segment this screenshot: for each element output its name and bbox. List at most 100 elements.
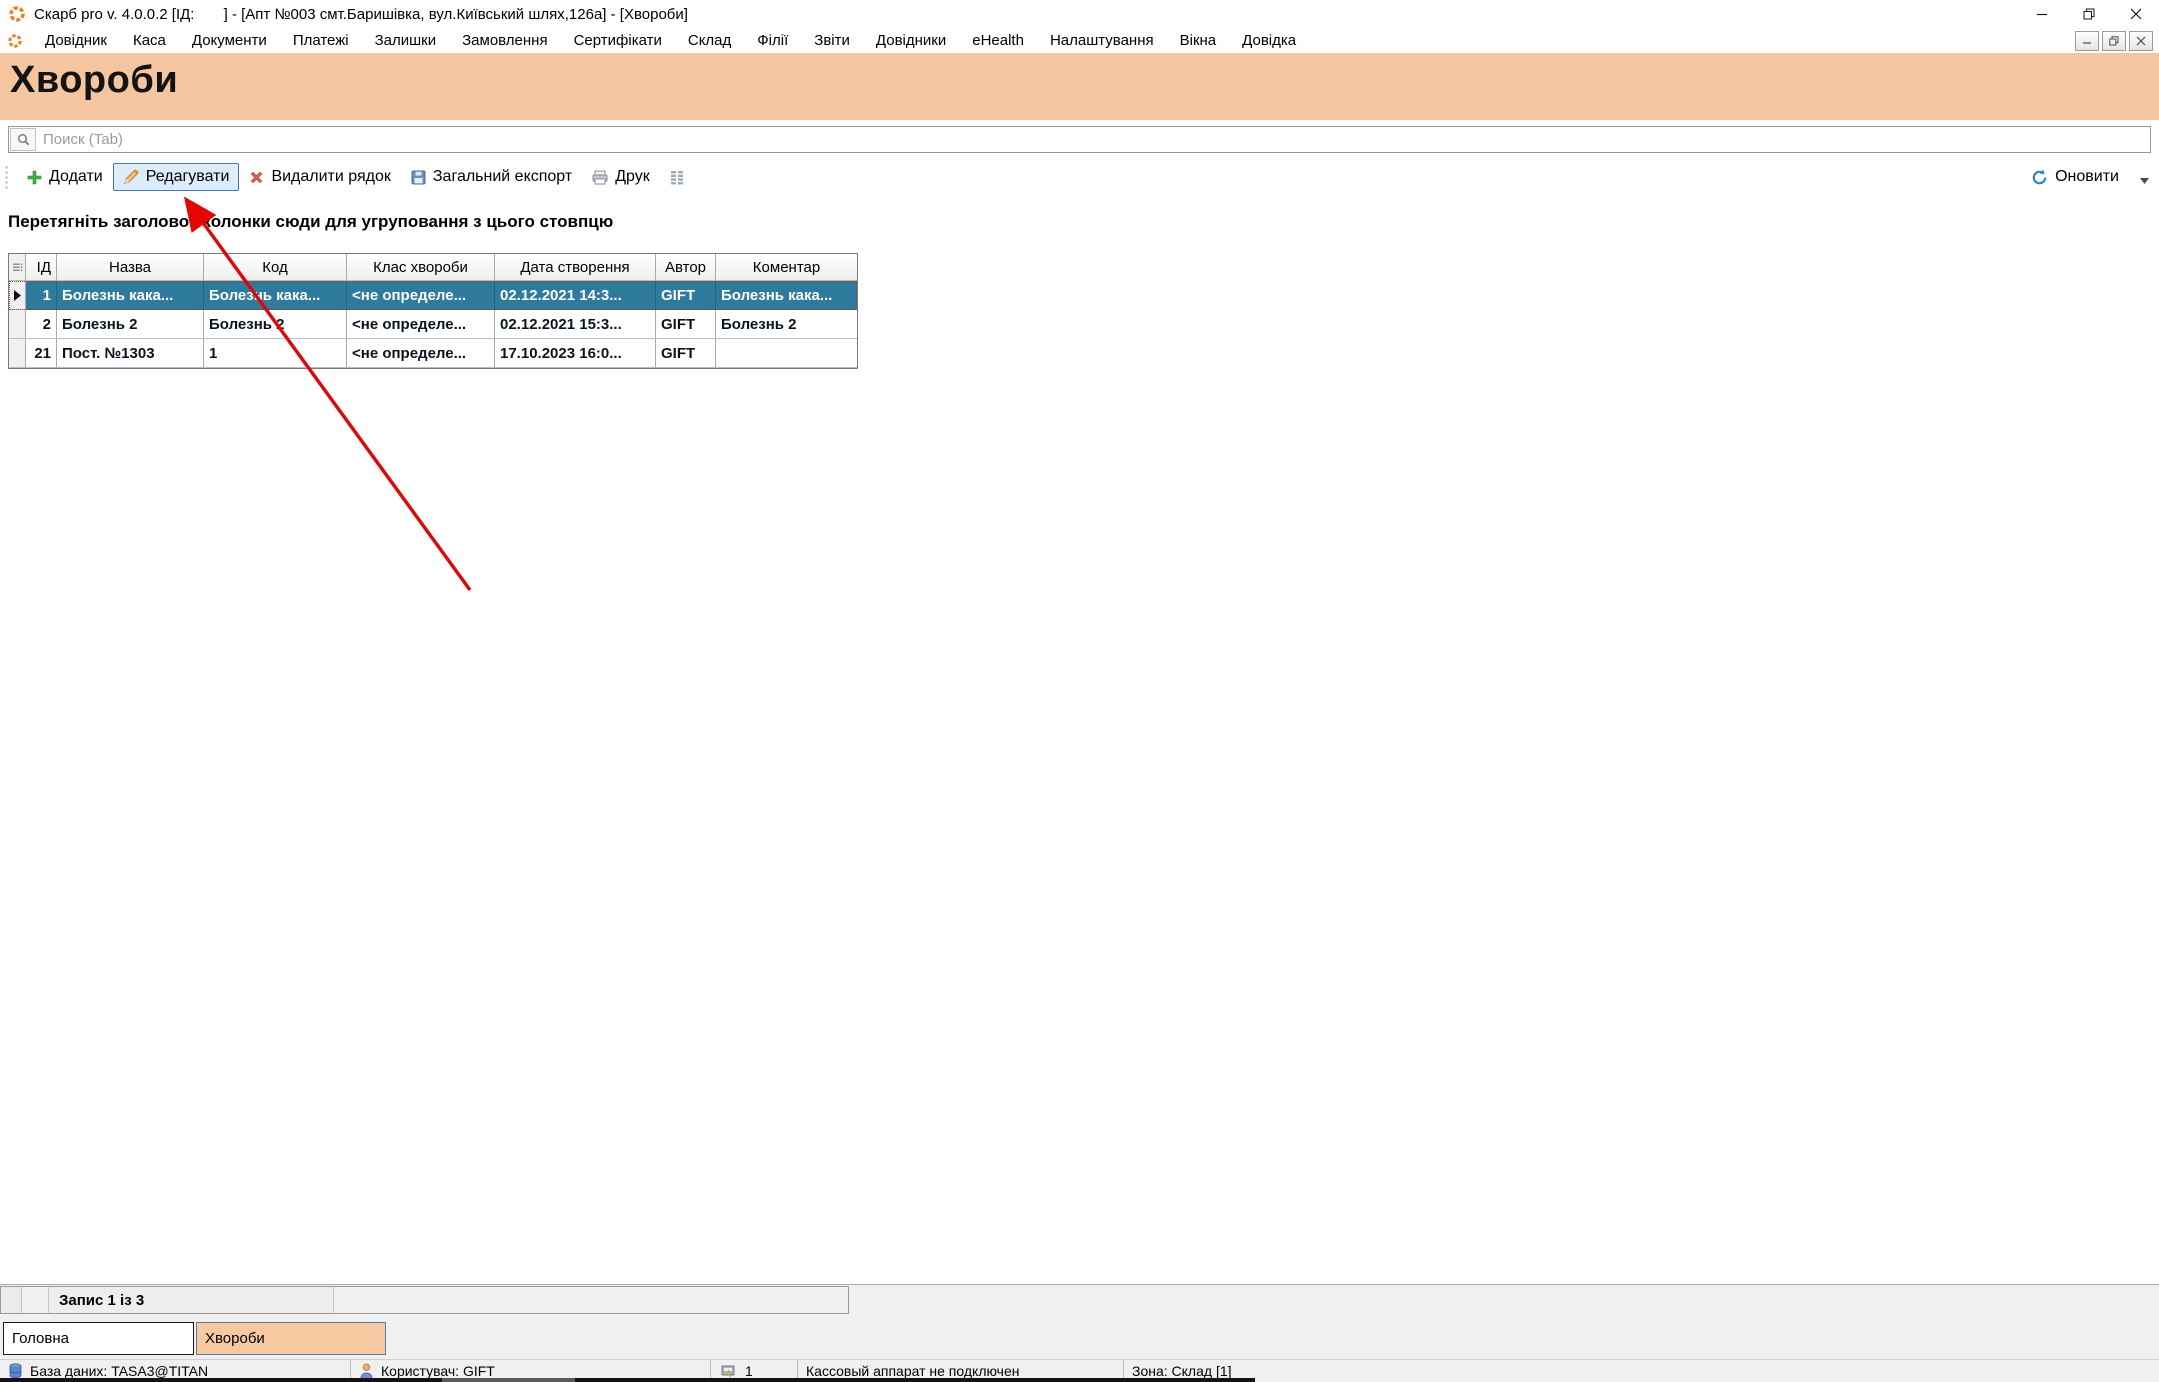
cell-class[interactable]: <не определе...	[347, 281, 495, 310]
statusbar-cash-count: 1	[745, 1363, 753, 1379]
mdi-close-button[interactable]	[2129, 31, 2153, 51]
search-box	[8, 126, 2151, 153]
menu-bar: Довідник Каса Документи Платежі Залишки …	[0, 28, 2159, 53]
add-icon	[27, 170, 42, 185]
menu-ehealth[interactable]: eHealth	[959, 32, 1037, 49]
menu-sklad[interactable]: Склад	[675, 32, 744, 49]
menu-zvity[interactable]: Звіти	[801, 32, 863, 49]
grid-grip-icon[interactable]	[9, 254, 26, 281]
menu-sertyfikaty[interactable]: Сертифікати	[561, 32, 675, 49]
column-header-code[interactable]: Код	[204, 254, 347, 281]
mdi-restore-button[interactable]	[2102, 31, 2126, 51]
cell-author[interactable]: GIFT	[656, 339, 716, 368]
print-icon	[592, 170, 608, 185]
menu-kasa[interactable]: Каса	[120, 32, 179, 49]
column-header-id[interactable]: ІД	[26, 254, 57, 281]
column-header-author[interactable]: Автор	[656, 254, 716, 281]
tab-diseases[interactable]: Хвороби	[196, 1322, 386, 1355]
search-input[interactable]	[37, 127, 2150, 152]
menu-dovidnyk[interactable]: Довідник	[32, 32, 120, 49]
menu-vikna[interactable]: Вікна	[1167, 32, 1230, 49]
mdi-minimize-icon	[2082, 36, 2092, 46]
delete-row-button[interactable]: Видалити рядок	[239, 163, 400, 191]
search-icon	[17, 133, 30, 146]
column-header-name[interactable]: Назва	[57, 254, 204, 281]
statusbar-zone: Зона: Склад [1]	[1132, 1363, 1232, 1379]
mdi-close-icon	[2136, 36, 2146, 46]
cell-created[interactable]: 02.12.2021 15:3...	[495, 310, 656, 339]
export-button[interactable]: Загальний експорт	[401, 163, 582, 191]
column-header-comment[interactable]: Коментар	[716, 254, 857, 281]
export-icon	[411, 170, 426, 185]
cell-class[interactable]: <не определе...	[347, 310, 495, 339]
cell-name[interactable]: Пост. №1303	[57, 339, 204, 368]
app-icon-small	[8, 34, 22, 48]
page-header: Хвороби	[0, 53, 2159, 120]
menu-dokumenty[interactable]: Документи	[179, 32, 280, 49]
mdi-restore-icon	[2109, 36, 2119, 46]
edit-icon	[123, 169, 139, 185]
add-button[interactable]: Додати	[17, 163, 113, 191]
cell-author[interactable]: GIFT	[656, 310, 716, 339]
diseases-table: ІД Назва Код Клас хвороби Дата створення…	[8, 253, 858, 369]
menu-dovidka[interactable]: Довідка	[1229, 32, 1309, 49]
user-icon	[360, 1363, 373, 1379]
cashier-icon	[720, 1364, 737, 1379]
row-gutter	[9, 339, 26, 368]
taskbar-strip-segment	[442, 1378, 575, 1382]
cell-id[interactable]: 21	[26, 339, 57, 368]
menu-filii[interactable]: Філії	[744, 32, 801, 49]
export-label: Загальний експорт	[433, 168, 572, 186]
table-header-row: ІД Назва Код Клас хвороби Дата створення…	[9, 254, 857, 281]
cell-id[interactable]: 1	[26, 281, 57, 310]
column-header-created[interactable]: Дата створення	[495, 254, 656, 281]
toolbar-grip[interactable]	[4, 165, 9, 189]
refresh-button[interactable]: Оновити	[2021, 163, 2129, 191]
cell-name[interactable]: Болезнь 2	[57, 310, 204, 339]
statusbar-user: Користувач: GIFT	[381, 1363, 495, 1379]
table-row[interactable]: 2 Болезнь 2 Болезнь 2 <не определе... 02…	[9, 310, 857, 339]
cell-comment[interactable]	[716, 339, 857, 368]
table-row[interactable]: 1 Болезнь кака... Болезнь кака... <не оп…	[9, 281, 857, 310]
column-header-class[interactable]: Клас хвороби	[347, 254, 495, 281]
menu-zamovlennia[interactable]: Замовлення	[449, 32, 560, 49]
add-label: Додати	[49, 168, 103, 186]
menu-nalashtuvannia[interactable]: Налаштування	[1037, 32, 1167, 49]
cell-code[interactable]: 1	[204, 339, 347, 368]
app-window: Скарб pro v. 4.0.0.2 [ІД: ] - [Апт №003 …	[0, 0, 2159, 1382]
cell-code[interactable]: Болезнь 2	[204, 310, 347, 339]
group-by-hint: Перетягніть заголовок колонки сюди для у…	[8, 212, 613, 232]
minimize-button[interactable]	[2018, 0, 2065, 28]
close-button[interactable]	[2112, 0, 2159, 28]
cell-name[interactable]: Болезнь кака...	[57, 281, 204, 310]
restore-button[interactable]	[2065, 0, 2112, 28]
menu-platezhi[interactable]: Платежі	[280, 32, 362, 49]
menu-dovidnyky[interactable]: Довідники	[863, 32, 959, 49]
record-navigator: Запис 1 із 3	[0, 1286, 849, 1314]
cell-author[interactable]: GIFT	[656, 281, 716, 310]
column-chooser-button[interactable]	[660, 165, 694, 190]
cell-id[interactable]: 2	[26, 310, 57, 339]
cell-created[interactable]: 17.10.2023 16:0...	[495, 339, 656, 368]
delete-label: Видалити рядок	[271, 168, 390, 186]
edit-button[interactable]: Редагувати	[113, 163, 240, 191]
app-icon	[9, 6, 25, 22]
statusbar-cash-status: Кассовый аппарат не подключен	[806, 1363, 1020, 1379]
record-count: Запис 1 із 3	[48, 1287, 334, 1313]
cell-code[interactable]: Болезнь кака...	[204, 281, 347, 310]
cell-class[interactable]: <не определе...	[347, 339, 495, 368]
table-row[interactable]: 21 Пост. №1303 1 <не определе... 17.10.2…	[9, 339, 857, 368]
mdi-minimize-button[interactable]	[2075, 31, 2099, 51]
annotation-arrow	[0, 0, 2159, 1382]
menu-zalyshky[interactable]: Залишки	[362, 32, 450, 49]
record-navigator-gutter	[1, 1287, 22, 1313]
print-button[interactable]: Друк	[582, 163, 660, 191]
cell-comment[interactable]: Болезнь кака...	[716, 281, 857, 310]
cell-comment[interactable]: Болезнь 2	[716, 310, 857, 339]
cell-created[interactable]: 02.12.2021 14:3...	[495, 281, 656, 310]
delete-icon	[249, 170, 264, 185]
columns-icon	[670, 170, 684, 185]
dropdown-caret-icon[interactable]	[2140, 178, 2149, 184]
close-icon	[2130, 8, 2142, 20]
tab-home[interactable]: Головна	[3, 1322, 194, 1355]
